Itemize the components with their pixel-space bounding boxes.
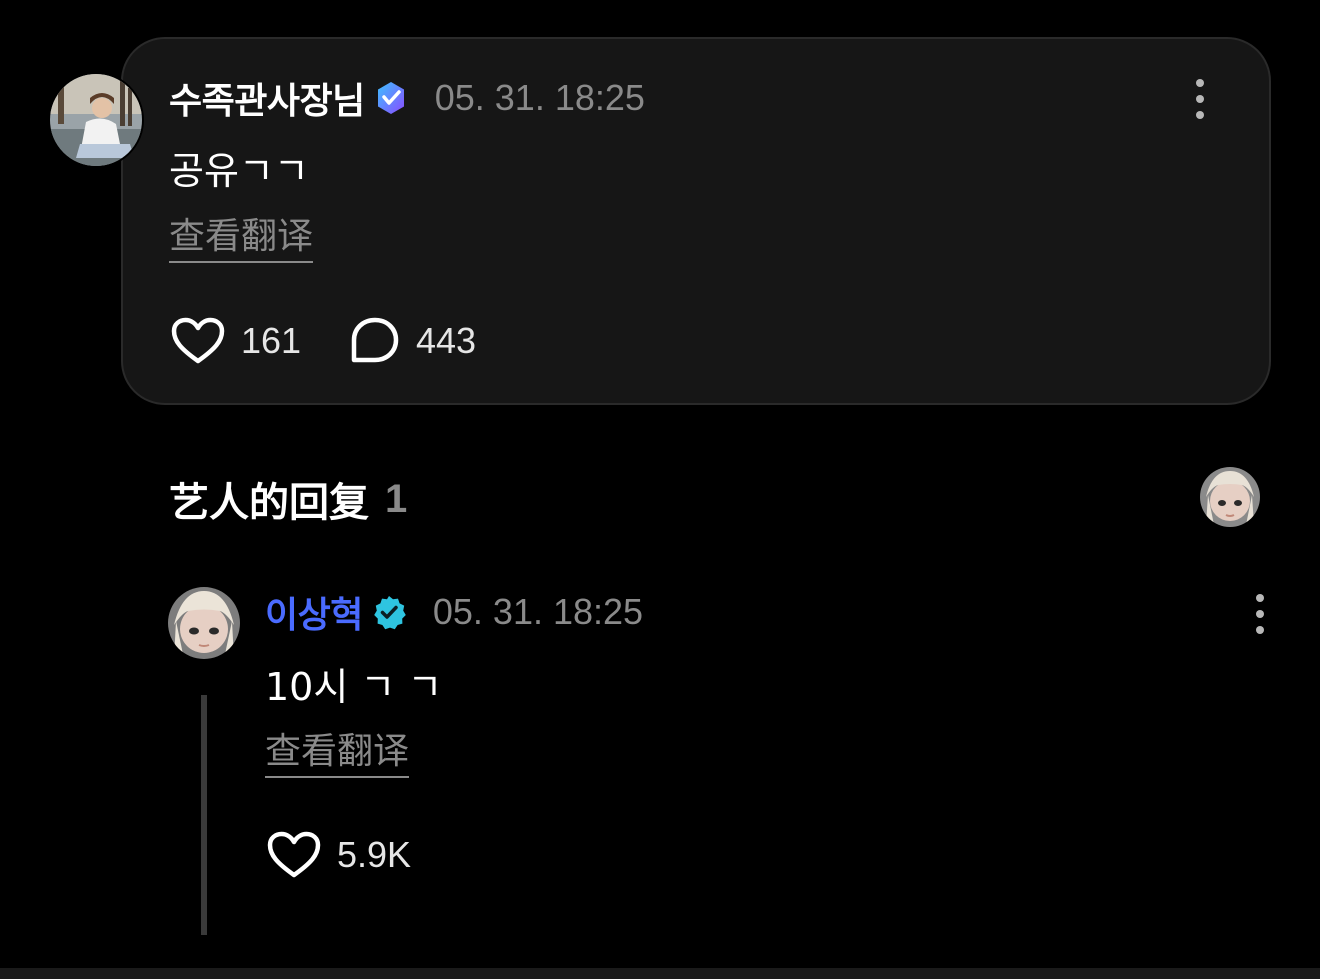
reply-timestamp: 05. 31. 18:25 bbox=[432, 591, 644, 632]
reply-author-avatar-image bbox=[168, 587, 240, 659]
post-timestamp: 05. 31. 18:25 bbox=[434, 77, 645, 118]
post-username[interactable]: 수족관사장님 bbox=[169, 72, 365, 124]
heart-icon bbox=[267, 831, 321, 878]
reply-header: 이상혁 05. 31. 18:25 bbox=[265, 588, 643, 636]
artist-avatar-small-image bbox=[1200, 467, 1260, 527]
heart-icon bbox=[171, 317, 225, 364]
reply-like-count: 5.9K bbox=[337, 834, 412, 875]
post-comment-count: 443 bbox=[416, 320, 477, 361]
post-body-text: 공유ㄱㄱ bbox=[169, 149, 309, 193]
reply-translate-link[interactable]: 查看翻译 bbox=[265, 730, 410, 778]
artist-replies-count: 1 bbox=[385, 476, 408, 521]
official-badge-icon bbox=[371, 594, 407, 630]
post-header: 수족관사장님 05. 31. 18:25 bbox=[169, 74, 645, 122]
artist-replies-title: 艺人的回复 bbox=[169, 480, 369, 526]
reply-more-options-icon[interactable] bbox=[1248, 592, 1272, 636]
reply-author-avatar[interactable] bbox=[168, 587, 240, 659]
reply-like-button[interactable]: 5.9K bbox=[267, 830, 411, 880]
verified-badge-icon bbox=[373, 80, 409, 116]
post-author-avatar-image bbox=[50, 74, 142, 166]
bottom-bar-edge bbox=[0, 968, 1320, 979]
post-more-options-icon[interactable] bbox=[1188, 77, 1212, 121]
post-like-button[interactable]: 161 bbox=[171, 316, 301, 366]
post-translate-link[interactable]: 查看翻译 bbox=[169, 215, 314, 263]
post-author-avatar[interactable] bbox=[48, 72, 144, 168]
post-comment-button[interactable]: 443 bbox=[350, 316, 476, 366]
artist-replies-header: 艺人的回复 1 bbox=[169, 473, 408, 527]
reply-username[interactable]: 이상혁 bbox=[265, 586, 363, 638]
reply-body-text: 10시 ㄱ ㄱ bbox=[265, 665, 443, 709]
artist-avatar-small[interactable] bbox=[1200, 467, 1260, 527]
reply-thread-line bbox=[201, 695, 207, 935]
comment-bubble-icon bbox=[351, 317, 399, 363]
post-like-count: 161 bbox=[241, 320, 302, 361]
